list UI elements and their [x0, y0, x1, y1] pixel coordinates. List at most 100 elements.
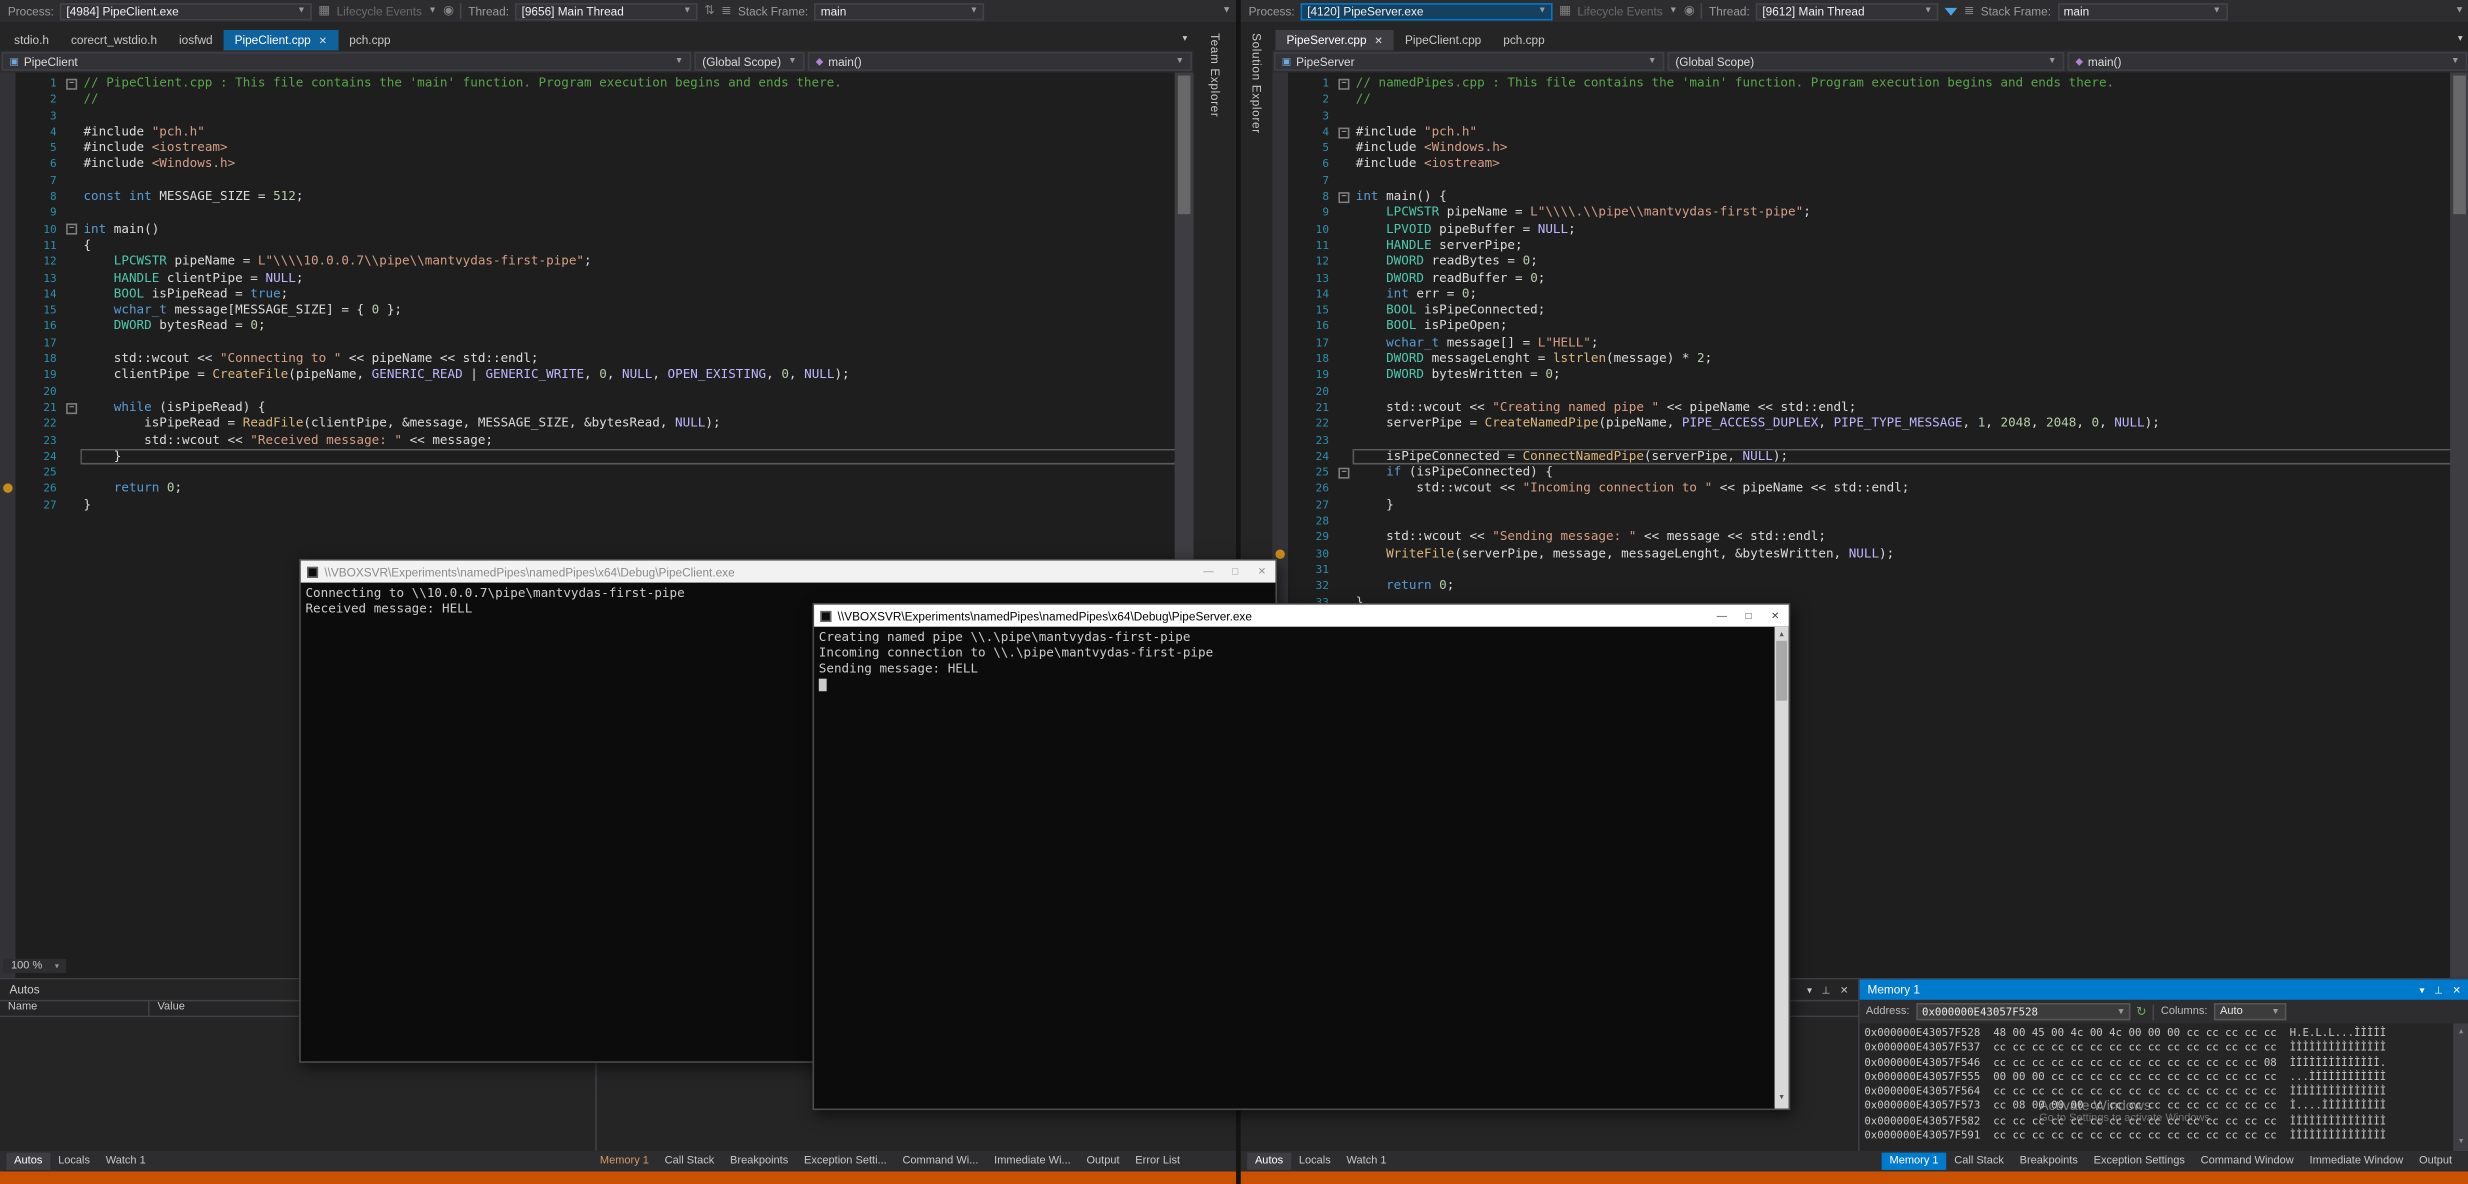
tool-tab[interactable]: Memory 1 [1882, 1153, 1947, 1170]
tab-list-chevron-icon[interactable]: ▾ [1183, 33, 1188, 44]
code-line[interactable]: 1−// PipeClient.cpp : This file contains… [0, 76, 1194, 92]
tool-tab[interactable]: Command Wi... [895, 1153, 987, 1170]
breakpoint-margin[interactable] [1272, 205, 1288, 221]
breakpoint-margin[interactable] [0, 108, 16, 124]
code-line[interactable]: 7 [1272, 173, 2468, 189]
fold-collapse-icon[interactable]: − [66, 224, 77, 235]
tool-tab[interactable]: Watch 1 [98, 1153, 154, 1170]
code-line[interactable]: 1−// namedPipes.cpp : This file contains… [1272, 76, 2468, 92]
close-icon[interactable]: ✕ [1762, 605, 1789, 627]
code-line[interactable]: 24 isPipeConnected = ConnectNamedPipe(se… [1272, 448, 2468, 464]
code-line[interactable]: 17 wchar_t message[] = L"HELL"; [1272, 335, 2468, 351]
breakpoint-margin[interactable] [1272, 108, 1288, 124]
close-icon[interactable]: ✕ [319, 34, 328, 47]
breakpoint-margin[interactable] [1272, 465, 1288, 481]
doc-tab[interactable]: PipeClient.cpp✕ [224, 30, 339, 50]
breakpoint-margin[interactable] [0, 270, 16, 286]
zoom-control[interactable]: 100 % ▾ [3, 959, 67, 973]
code-line[interactable]: 5#include <iostream> [0, 140, 1194, 156]
scroll-up-icon[interactable]: ▲ [2459, 1025, 2463, 1040]
close-icon[interactable]: ✕ [1249, 561, 1276, 583]
tool-tab[interactable]: Call Stack [657, 1153, 722, 1170]
tool-tab[interactable]: Output [1079, 1153, 1128, 1170]
scroll-down-icon[interactable]: ▼ [2459, 1135, 2463, 1150]
code-line[interactable]: 27 } [1272, 497, 2468, 513]
code-line[interactable]: 20 [0, 384, 1194, 400]
scope-dropdown[interactable]: (Global Scope) ▼ [694, 52, 804, 71]
code-line[interactable]: 29 std::wcout << "Sending message: " << … [1272, 530, 2468, 546]
breakpoint-margin[interactable] [0, 189, 16, 205]
breakpoint-margin[interactable] [0, 384, 16, 400]
code-line[interactable]: 19 clientPipe = CreateFile(pipeName, GEN… [0, 367, 1194, 383]
toolbar-overflow-icon[interactable]: ▼ [2455, 6, 2464, 15]
process-grid-icon[interactable]: ▦ [1559, 5, 1571, 18]
code-line[interactable]: 27} [0, 497, 1194, 513]
breakpoint-margin[interactable] [1272, 286, 1288, 302]
breakpoint-margin[interactable] [0, 335, 16, 351]
breakpoint-margin[interactable] [1272, 335, 1288, 351]
code-line[interactable]: 19 DWORD bytesWritten = 0; [1272, 367, 2468, 383]
code-line[interactable]: 13 DWORD readBuffer = 0; [1272, 270, 2468, 286]
tool-tab[interactable]: Locals [50, 1153, 98, 1170]
code-line[interactable]: 8−int main() { [1272, 189, 2468, 205]
code-line[interactable]: 3 [1272, 108, 2468, 124]
list-icon[interactable]: ≣ [1964, 5, 1975, 18]
minimize-icon[interactable]: — [1195, 561, 1222, 583]
code-line[interactable]: 9 LPCWSTR pipeName = L"\\\\.\\pipe\\mant… [1272, 205, 2468, 221]
code-line[interactable]: 16 BOOL isPipeOpen; [1272, 319, 2468, 335]
code-line[interactable]: 21 std::wcout << "Creating named pipe " … [1272, 400, 2468, 416]
code-line[interactable]: 18 DWORD messageLenght = lstrlen(message… [1272, 351, 2468, 367]
code-line[interactable]: 22 serverPipe = CreateNamedPipe(pipeName… [1272, 416, 2468, 432]
fold-collapse-icon[interactable]: − [1338, 78, 1349, 89]
code-line[interactable]: 11 HANDLE serverPipe; [1272, 238, 2468, 254]
tool-tab[interactable]: Breakpoints [2012, 1153, 2086, 1170]
project-dropdown[interactable]: ▣ PipeClient ▼ [2, 52, 692, 71]
breakpoint-margin[interactable] [0, 205, 16, 221]
breakpoint-margin[interactable] [1272, 173, 1288, 189]
toolbar-overflow-icon[interactable]: ▼ [1222, 6, 1231, 15]
breakpoint-margin[interactable] [0, 76, 16, 92]
code-line[interactable]: 17 [0, 335, 1194, 351]
tool-tab[interactable]: Error List [1127, 1153, 1187, 1170]
console-title-bar[interactable]: \\VBOXSVR\Experiments\namedPipes\namedPi… [301, 561, 1276, 583]
stack-frame-dropdown[interactable]: main ▼ [2057, 2, 2227, 19]
code-line[interactable]: 28 [1272, 513, 2468, 529]
process-dropdown[interactable]: [4984] PipeClient.exe ▼ [60, 2, 312, 19]
fold-collapse-icon[interactable]: − [1338, 467, 1349, 478]
stack-frame-dropdown[interactable]: main ▼ [814, 2, 984, 19]
fold-collapse-icon[interactable]: − [1338, 192, 1349, 203]
breakpoint-margin[interactable] [0, 400, 16, 416]
tool-tab[interactable]: Immediate Wi... [986, 1153, 1078, 1170]
close-icon[interactable]: ✕ [2453, 983, 2462, 996]
code-line[interactable]: 26 return 0; [0, 481, 1194, 497]
breakpoint-margin[interactable] [1272, 222, 1288, 238]
doc-tab[interactable]: pch.cpp [338, 30, 401, 50]
code-line[interactable]: 10 LPVOID pipeBuffer = NULL; [1272, 222, 2468, 238]
code-line[interactable]: 9 [0, 205, 1194, 221]
breakpoint-margin[interactable] [1272, 140, 1288, 156]
code-line[interactable]: 18 std::wcout << "Connecting to " << pip… [0, 351, 1194, 367]
process-grid-icon[interactable]: ▦ [318, 5, 330, 18]
scrollbar-thumb[interactable] [1178, 76, 1191, 215]
filter-threads-icon[interactable] [1945, 7, 1958, 15]
breakpoint-margin[interactable] [1272, 319, 1288, 335]
minimize-icon[interactable]: — [1708, 605, 1735, 627]
breakpoint-margin[interactable] [0, 222, 16, 238]
tool-tab[interactable]: Exception Settings [2086, 1153, 2193, 1170]
columns-dropdown[interactable]: Auto ▼ [2214, 1003, 2286, 1020]
code-line[interactable]: 13 HANDLE clientPipe = NULL; [0, 270, 1194, 286]
doc-tab[interactable]: iosfwd [168, 30, 224, 50]
thread-dropdown[interactable]: [9656] Main Thread ▼ [515, 2, 698, 19]
tool-tab[interactable]: Output [2411, 1153, 2460, 1170]
breakpoint-margin[interactable] [0, 481, 16, 497]
breakpoint-margin[interactable] [0, 367, 16, 383]
tool-tab[interactable]: Memory 1 [592, 1153, 657, 1170]
window-position-icon[interactable]: ▾ [2420, 983, 2425, 996]
breakpoint-margin[interactable] [1272, 530, 1288, 546]
code-line[interactable]: 15 wchar_t message[MESSAGE_SIZE] = { 0 }… [0, 303, 1194, 319]
breakpoint-margin[interactable] [0, 157, 16, 173]
breakpoint-margin[interactable] [1272, 254, 1288, 270]
code-line[interactable]: 26 std::wcout << "Incoming connection to… [1272, 481, 2468, 497]
code-line[interactable]: 16 DWORD bytesRead = 0; [0, 319, 1194, 335]
tool-tab[interactable]: Autos [6, 1153, 50, 1170]
